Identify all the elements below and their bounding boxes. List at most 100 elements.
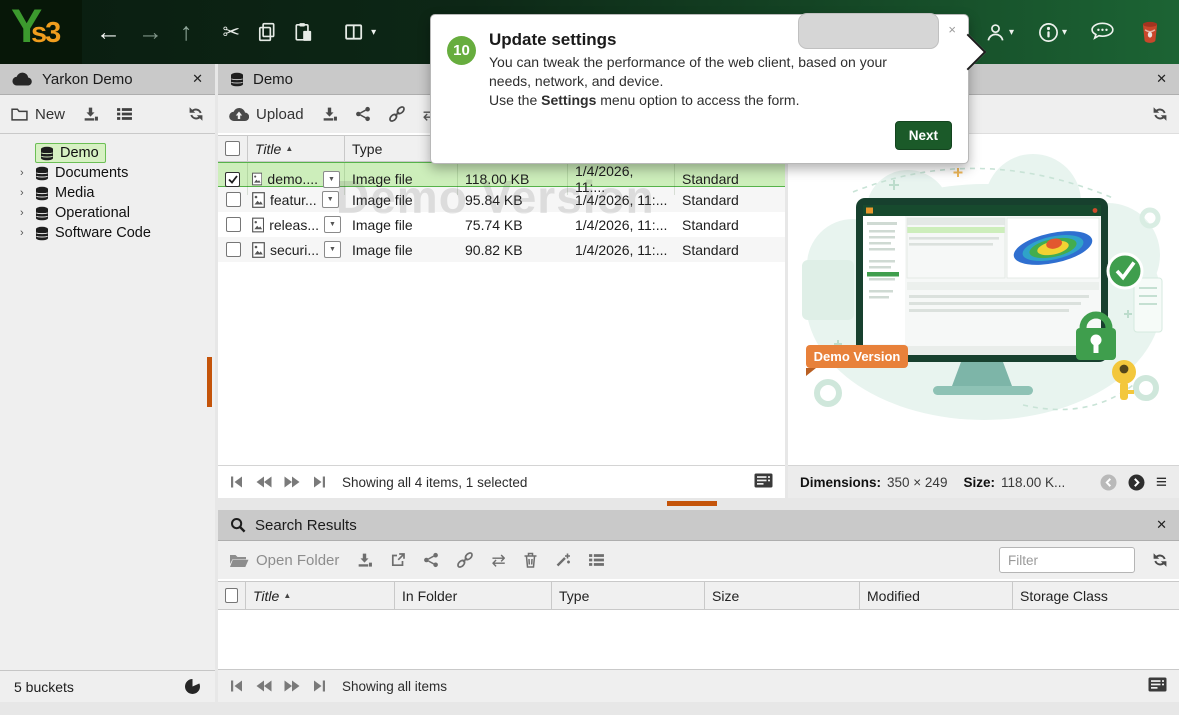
row-checkbox[interactable] bbox=[226, 217, 241, 232]
sidebar-title: Yarkon Demo bbox=[42, 71, 133, 88]
select-all-checkbox[interactable] bbox=[225, 588, 238, 603]
column-header-title[interactable]: Title▲ bbox=[246, 582, 395, 609]
column-header-storage-class[interactable]: Storage Class bbox=[1013, 582, 1179, 609]
tree-item-media[interactable]: › Media bbox=[0, 183, 215, 203]
next-page-icon[interactable] bbox=[284, 476, 300, 488]
column-header-modified[interactable]: Modified bbox=[860, 582, 1013, 609]
cut-icon[interactable]: ✂ bbox=[223, 20, 241, 45]
tree-item-label: Documents bbox=[55, 165, 128, 181]
column-header-title[interactable]: Title▲ bbox=[248, 136, 345, 161]
list-view-icon[interactable] bbox=[1148, 677, 1167, 695]
up-icon[interactable]: ↑ bbox=[180, 20, 193, 45]
next-item-icon[interactable] bbox=[1128, 474, 1145, 491]
aws-s3-icon[interactable] bbox=[1139, 20, 1161, 44]
usage-pie-icon[interactable] bbox=[184, 678, 201, 696]
upload-button[interactable]: Upload bbox=[229, 106, 304, 123]
back-icon[interactable]: ← bbox=[96, 20, 121, 45]
row-dropdown-button[interactable]: ▼ bbox=[322, 191, 339, 208]
table-row[interactable]: releas... ▼ Image file 75.74 KB 1/4/2026… bbox=[218, 212, 785, 237]
close-icon[interactable]: ✕ bbox=[1156, 517, 1167, 533]
download-icon[interactable] bbox=[356, 552, 373, 568]
select-all-checkbox[interactable] bbox=[225, 141, 240, 156]
info-menu[interactable]: ▾ bbox=[1038, 22, 1067, 43]
table-row[interactable]: demo.... ▼ Image file 118.00 KB 1/4/2026… bbox=[218, 162, 785, 187]
column-header-type[interactable]: Type bbox=[552, 582, 705, 609]
last-page-icon[interactable] bbox=[312, 476, 326, 488]
link-icon[interactable] bbox=[388, 105, 406, 123]
details-list-icon[interactable] bbox=[588, 553, 605, 567]
chevron-right-icon[interactable]: › bbox=[20, 187, 35, 199]
prev-page-icon[interactable] bbox=[256, 476, 272, 488]
paste-icon[interactable] bbox=[294, 22, 313, 42]
transfer-icon[interactable]: ⇄ bbox=[491, 552, 505, 569]
column-header-size[interactable]: Size bbox=[705, 582, 860, 609]
feedback-chat-icon[interactable] bbox=[1091, 22, 1115, 42]
search-footer: Showing all items bbox=[218, 669, 1179, 702]
menu-icon[interactable]: ≡ bbox=[1156, 473, 1167, 492]
file-size: 90.82 KB bbox=[458, 237, 568, 262]
list-view-icon[interactable] bbox=[754, 473, 773, 491]
image-file-icon bbox=[252, 171, 262, 187]
chevron-right-icon[interactable]: › bbox=[20, 207, 35, 219]
vertical-splitter-handle[interactable] bbox=[207, 357, 212, 407]
size-label: Size: bbox=[963, 475, 995, 490]
rename-wand-icon[interactable] bbox=[555, 552, 571, 568]
chevron-right-icon[interactable]: › bbox=[20, 167, 35, 179]
row-checkbox-checked[interactable] bbox=[225, 172, 240, 187]
image-preview[interactable]: Demo Version bbox=[798, 150, 1170, 445]
navbar-search-input[interactable] bbox=[798, 13, 939, 49]
forward-icon[interactable]: → bbox=[138, 20, 163, 45]
share-icon[interactable] bbox=[355, 106, 371, 122]
share-icon[interactable] bbox=[423, 552, 439, 568]
new-folder-button[interactable]: New bbox=[11, 106, 65, 123]
column-header-in-folder[interactable]: In Folder bbox=[395, 582, 552, 609]
row-dropdown-button[interactable]: ▼ bbox=[323, 171, 340, 188]
user-menu[interactable]: ▾ bbox=[985, 22, 1014, 43]
download-icon[interactable] bbox=[82, 106, 99, 122]
download-icon[interactable] bbox=[321, 106, 338, 122]
refresh-icon[interactable] bbox=[1152, 552, 1168, 568]
prev-page-icon[interactable] bbox=[256, 680, 272, 692]
tree-item-demo[interactable]: Demo bbox=[0, 143, 215, 163]
tree-item-software-code[interactable]: › Software Code bbox=[0, 223, 215, 243]
next-button[interactable]: Next bbox=[895, 121, 952, 150]
close-icon[interactable]: ✕ bbox=[192, 71, 203, 87]
new-label: New bbox=[35, 106, 65, 123]
file-title: demo.... bbox=[267, 171, 318, 187]
row-checkbox[interactable] bbox=[226, 192, 241, 207]
table-row[interactable]: securi... ▼ Image file 90.82 KB 1/4/2026… bbox=[218, 237, 785, 262]
open-folder-label: Open Folder bbox=[256, 552, 339, 569]
delete-icon[interactable] bbox=[523, 552, 538, 568]
refresh-icon[interactable] bbox=[1152, 106, 1168, 122]
next-page-icon[interactable] bbox=[284, 680, 300, 692]
search-status-text: Showing all items bbox=[342, 679, 447, 694]
horizontal-splitter-handle[interactable] bbox=[667, 501, 717, 506]
app-logo[interactable]: Y s3 bbox=[0, 0, 82, 64]
copy-icon[interactable] bbox=[257, 22, 277, 42]
file-storage-class: Standard bbox=[675, 237, 785, 262]
close-icon[interactable]: × bbox=[948, 22, 956, 37]
row-checkbox[interactable] bbox=[226, 242, 241, 257]
tree-item-documents[interactable]: › Documents bbox=[0, 163, 215, 183]
columns-layout-dropdown[interactable]: ▾ bbox=[345, 24, 376, 40]
link-icon[interactable] bbox=[456, 551, 474, 569]
first-page-icon[interactable] bbox=[230, 476, 244, 488]
row-dropdown-button[interactable]: ▼ bbox=[324, 216, 341, 233]
tree-item-operational[interactable]: › Operational bbox=[0, 203, 215, 223]
table-row[interactable]: featur... ▼ Image file 95.84 KB 1/4/2026… bbox=[218, 187, 785, 212]
refresh-icon[interactable] bbox=[188, 106, 204, 122]
last-page-icon[interactable] bbox=[312, 680, 326, 692]
sidebar-footer: 5 buckets bbox=[0, 670, 215, 702]
filter-input[interactable] bbox=[999, 547, 1135, 573]
row-dropdown-button[interactable]: ▼ bbox=[324, 241, 341, 258]
first-page-icon[interactable] bbox=[230, 680, 244, 692]
open-external-icon[interactable] bbox=[390, 552, 406, 568]
chevron-right-icon[interactable]: › bbox=[20, 227, 35, 239]
close-icon[interactable]: ✕ bbox=[1156, 71, 1167, 87]
bucket-icon bbox=[230, 72, 244, 87]
details-list-icon[interactable] bbox=[116, 107, 133, 121]
tree-item-label: Demo bbox=[60, 145, 99, 161]
prev-item-icon[interactable] bbox=[1100, 474, 1117, 491]
open-folder-button[interactable]: Open Folder bbox=[229, 552, 339, 569]
popover-body-line2: Use the Settings menu option to access t… bbox=[489, 91, 922, 110]
